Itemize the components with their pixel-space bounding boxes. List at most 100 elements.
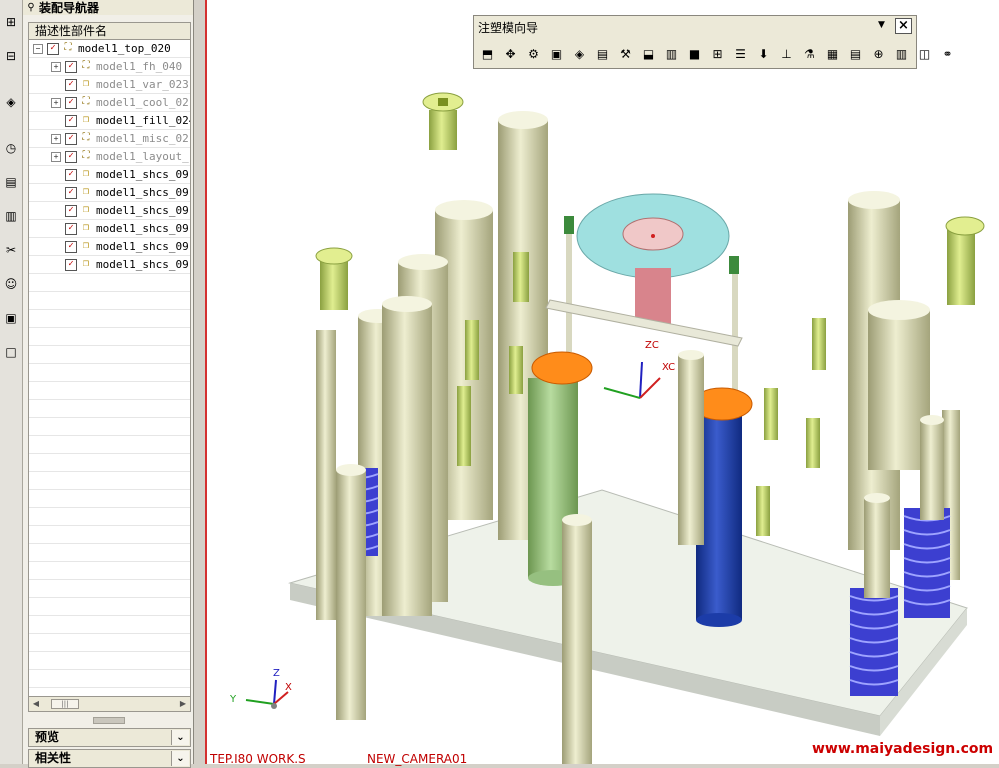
tree-row-empty	[29, 670, 190, 688]
tree-row-empty	[29, 652, 190, 670]
visibility-checkbox[interactable]: ✓	[65, 241, 77, 253]
part-icon: ❒	[82, 240, 90, 251]
wcs-zc-label: ZC	[645, 340, 659, 351]
tree-row-label: model1_top_020	[78, 42, 171, 55]
runner-icon[interactable]: ⚗	[799, 44, 820, 64]
visibility-checkbox[interactable]: ✓	[65, 187, 77, 199]
scroll-left-icon[interactable]: ◀	[30, 698, 42, 710]
blank-tab-icon[interactable]: □	[1, 342, 21, 362]
tree-row-empty	[29, 616, 190, 634]
gate-icon[interactable]: ⊥	[776, 44, 797, 64]
pin-icon[interactable]: ⚲	[23, 2, 39, 13]
analysis-tab-icon[interactable]: ▥	[1, 206, 21, 226]
ejector-trim-icon[interactable]: ⊞	[707, 44, 728, 64]
tree-row[interactable]: ✓ ❒ model1_shcs_09	[29, 166, 190, 184]
wcs-xc-label: XC	[662, 362, 675, 373]
visibility-checkbox[interactable]: ✓	[65, 223, 77, 235]
ejector-pin-icon[interactable]: ■	[684, 44, 705, 64]
tree-row[interactable]: + ✓ ⛶ model1_layout_	[29, 148, 190, 166]
expand-icon[interactable]: +	[51, 62, 61, 72]
mold-base-icon[interactable]: ⬓	[638, 44, 659, 64]
visibility-checkbox[interactable]: ✓	[65, 133, 77, 145]
visibility-checkbox[interactable]: ✓	[65, 205, 77, 217]
roles-tab-icon[interactable]: ☺	[1, 274, 21, 294]
part-icon: ❒	[82, 168, 90, 179]
pocket-icon[interactable]: ⚭	[937, 44, 958, 64]
part-navigator-tab-icon[interactable]: ◈	[1, 92, 21, 112]
visibility-checkbox[interactable]: ✓	[65, 151, 77, 163]
preview-section[interactable]: 预览 ⌄	[28, 728, 191, 747]
project-init-icon[interactable]: ⬒	[477, 44, 498, 64]
view-manager-icon[interactable]: ⊕	[868, 44, 889, 64]
part-icon: ❒	[82, 222, 90, 233]
assembly-icon: ⛶	[82, 132, 90, 143]
tree-row-label: model1_cool_02	[96, 96, 189, 109]
mold-wizard-tools: ⬒ ✥ ⚙ ▣ ◈ ▤ ⚒ ⬓ ▥ ■ ⊞ ☰ ⬇ ⊥ ⚗ ▦ ▤ ⊕ ▥ ◫ ⚭	[477, 44, 960, 64]
chevron-down-icon[interactable]: ⌄	[171, 730, 189, 745]
shrinkage-icon[interactable]: ⚙	[523, 44, 544, 64]
visibility-checkbox[interactable]: ✓	[65, 169, 77, 181]
cavity-layout-icon[interactable]: ◈	[569, 44, 590, 64]
mold-csys-icon[interactable]: ✥	[500, 44, 521, 64]
visibility-checkbox[interactable]: ✓	[65, 259, 77, 271]
column-header-part-name[interactable]: 描述性部件名	[28, 22, 191, 40]
visibility-checkbox[interactable]: ✓	[65, 79, 77, 91]
workpiece-icon[interactable]: ▣	[546, 44, 567, 64]
tree-row[interactable]: + ✓ ⛶ model1_cool_02	[29, 94, 190, 112]
tree-row[interactable]: ✓ ❒ model1_shcs_09	[29, 238, 190, 256]
visibility-checkbox[interactable]: ✓	[47, 43, 59, 55]
tree-row-label: model1_shcs_09	[96, 222, 189, 235]
collapse-icon[interactable]: −	[33, 44, 43, 54]
dropdown-arrow-icon[interactable]: ▼	[878, 20, 885, 30]
cooling-icon[interactable]: ▦	[822, 44, 843, 64]
expand-icon[interactable]: +	[51, 152, 61, 162]
tree-row-empty	[29, 364, 190, 382]
tree-row-empty	[29, 472, 190, 490]
electrode-icon[interactable]: ▤	[845, 44, 866, 64]
graphics-viewport[interactable]: ZC XC Z X Y	[205, 0, 999, 764]
tree-row-label: model1_misc_02	[96, 132, 189, 145]
horizontal-scrollbar[interactable]: ◀ ||| ▶	[28, 696, 191, 712]
visibility-checkbox[interactable]: ✓	[65, 61, 77, 73]
dependencies-section[interactable]: 相关性 ⌄	[28, 749, 191, 768]
visibility-checkbox[interactable]: ✓	[65, 97, 77, 109]
scroll-right-icon[interactable]: ▶	[177, 698, 189, 710]
tree-row-empty	[29, 526, 190, 544]
tree-row[interactable]: ✓ ❒ model1_var_023	[29, 76, 190, 94]
expand-icon[interactable]: +	[51, 134, 61, 144]
tree-row-empty	[29, 418, 190, 436]
tree-row-empty	[29, 400, 190, 418]
tree-row[interactable]: + ✓ ⛶ model1_fh_040	[29, 58, 190, 76]
process-studio-tab-icon[interactable]: ✂	[1, 240, 21, 260]
constraint-navigator-tab-icon[interactable]: ⊟	[1, 46, 21, 66]
scroll-thumb[interactable]: |||	[51, 699, 79, 709]
mold-wizard-toolbar-dialog[interactable]: 注塑模向导 ▼ × ⬒ ✥ ⚙ ▣ ◈ ▤ ⚒ ⬓ ▥ ■ ⊞ ☰ ⬇ ⊥ ⚗ ▦ ▤ ⊕ ▥ ◫ ⚭	[473, 15, 953, 69]
tree-row[interactable]: ✓ ❒ model1_shcs_09	[29, 220, 190, 238]
tree-row[interactable]: ✓ ❒ model1_fill_024	[29, 112, 190, 130]
standard-parts-icon[interactable]: ▥	[661, 44, 682, 64]
close-button[interactable]: ×	[895, 18, 912, 34]
drawing-icon[interactable]: ◫	[914, 44, 935, 64]
expand-icon[interactable]: +	[51, 98, 61, 108]
mold-tools-icon[interactable]: ▤	[592, 44, 613, 64]
reuse-library-tab-icon[interactable]: ▤	[1, 172, 21, 192]
sub-insert-icon[interactable]: ⬇	[753, 44, 774, 64]
slider-lifter-icon[interactable]: ☰	[730, 44, 751, 64]
system-scene-tab-icon[interactable]: ▣	[1, 308, 21, 328]
spring-right-front	[849, 588, 899, 696]
bom-icon[interactable]: ▥	[891, 44, 912, 64]
assembly-icon: ⛶	[82, 60, 90, 71]
assembly-navigator-tab-icon[interactable]: ⊞	[1, 12, 21, 32]
tree-row[interactable]: ✓ ❒ model1_shcs_09	[29, 202, 190, 220]
history-tab-icon[interactable]: ◷	[1, 138, 21, 158]
visibility-checkbox[interactable]: ✓	[65, 115, 77, 127]
watermark: www.maiyadesign.com	[812, 741, 994, 757]
tree-row[interactable]: ✓ ❒ model1_shcs_09	[29, 184, 190, 202]
tree-row[interactable]: − ✓ ⛶ model1_top_020	[29, 40, 190, 58]
tree-row-label: model1_shcs_09	[96, 186, 189, 199]
tree-row[interactable]: + ✓ ⛶ model1_misc_02	[29, 130, 190, 148]
tree-row[interactable]: ✓ ❒ model1_shcs_09	[29, 256, 190, 274]
panel-splitter[interactable]	[93, 717, 125, 724]
parting-icon[interactable]: ⚒	[615, 44, 636, 64]
tree-row-label: model1_layout_	[96, 150, 189, 163]
